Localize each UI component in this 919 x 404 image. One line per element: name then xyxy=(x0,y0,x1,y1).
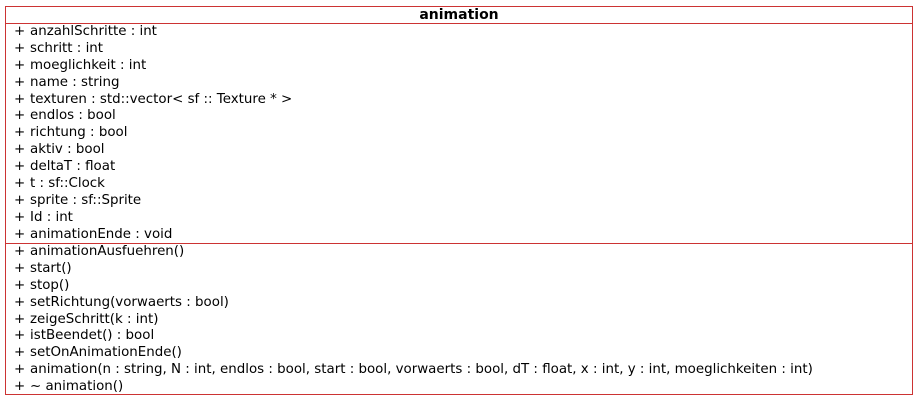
visibility-marker: + xyxy=(14,345,26,361)
attribute-row: + moeglichkeit : int xyxy=(14,58,912,75)
operation-row: + ~ animation() xyxy=(14,379,912,396)
operation-row-text: stop() xyxy=(30,277,70,293)
attribute-row: + aktiv : bool xyxy=(14,142,912,159)
attribute-row: + schritt : int xyxy=(14,41,912,58)
visibility-marker: + xyxy=(14,226,26,242)
uml-class-box: animation + anzahlSchritte : int + schritt … xyxy=(5,6,913,395)
visibility-marker: + xyxy=(14,40,26,56)
attribute-row-text: animationEnde : void xyxy=(30,226,173,242)
class-header: animation xyxy=(6,7,912,24)
attribute-row: + t : sf::Clock xyxy=(14,176,912,193)
operation-row: + animationAusfuehren() xyxy=(14,244,912,261)
operation-row-text: start() xyxy=(30,260,72,276)
visibility-marker: + xyxy=(14,379,26,395)
visibility-marker: + xyxy=(14,192,26,208)
attribute-row-text: anzahlSchritte : int xyxy=(30,24,157,39)
visibility-marker: + xyxy=(14,176,26,192)
operation-row: + animation(n : string, N : int, endlos :… xyxy=(14,362,912,379)
visibility-marker: + xyxy=(14,328,26,344)
visibility-marker: + xyxy=(14,244,26,259)
operation-row-text: animation(n : string, N : int, endlos : … xyxy=(30,362,813,378)
attribute-row-text: texturen : std::vector< sf :: Texture * … xyxy=(30,91,293,107)
attribute-row: + endlos : bool xyxy=(14,108,912,125)
visibility-marker: + xyxy=(14,209,26,225)
visibility-marker: + xyxy=(14,277,26,293)
attribute-row: + animationEnde : void xyxy=(14,227,912,244)
attribute-row: + deltaT : float xyxy=(14,159,912,176)
visibility-marker: + xyxy=(14,125,26,141)
attribute-row: + texturen : std::vector< sf :: Texture *… xyxy=(14,92,912,109)
visibility-marker: + xyxy=(14,362,26,378)
visibility-marker: + xyxy=(14,74,26,90)
visibility-marker: + xyxy=(14,260,26,276)
operation-row-text: istBeendet() : bool xyxy=(30,328,155,344)
operation-row-text: animationAusfuehren() xyxy=(30,244,185,259)
attribute-row-text: t : sf::Clock xyxy=(30,176,105,192)
class-name: animation xyxy=(419,7,499,23)
operation-row-text: zeigeSchritt(k : int) xyxy=(30,311,159,327)
operations-compartment: + animationAusfuehren() + start() + stop() + se… xyxy=(6,244,912,396)
visibility-marker: + xyxy=(14,57,26,73)
attribute-row-text: sprite : sf::Sprite xyxy=(30,192,142,208)
visibility-marker: + xyxy=(14,91,26,107)
attribute-row-text: aktiv : bool xyxy=(30,142,105,158)
visibility-marker: + xyxy=(14,294,26,310)
attribute-row-text: schritt : int xyxy=(30,40,104,56)
operation-row-text: setRichtung(vorwaerts : bool) xyxy=(30,294,229,310)
operation-row: + istBeendet() : bool xyxy=(14,328,912,345)
attributes-compartment: + anzahlSchritte : int + schritt : int + moeg… xyxy=(6,24,912,244)
attribute-row-text: name : string xyxy=(30,74,120,90)
visibility-marker: + xyxy=(14,311,26,327)
operation-row: + setRichtung(vorwaerts : bool) xyxy=(14,295,912,312)
attribute-row-text: Id : int xyxy=(30,209,73,225)
attribute-row: + Id : int xyxy=(14,210,912,227)
visibility-marker: + xyxy=(14,159,26,175)
attribute-row-text: deltaT : float xyxy=(30,159,116,175)
operation-row: + zeigeSchritt(k : int) xyxy=(14,312,912,329)
operation-row: + start() xyxy=(14,261,912,278)
operation-row-text: setOnAnimationEnde() xyxy=(30,345,182,361)
operation-row-text: ~ animation() xyxy=(30,379,124,395)
operation-row: + stop() xyxy=(14,278,912,295)
attribute-row: + name : string xyxy=(14,75,912,92)
attribute-row: + sprite : sf::Sprite xyxy=(14,193,912,210)
visibility-marker: + xyxy=(14,142,26,158)
attribute-row: + anzahlSchritte : int xyxy=(14,24,912,41)
visibility-marker: + xyxy=(14,108,26,124)
attribute-row-text: endlos : bool xyxy=(30,108,116,124)
visibility-marker: + xyxy=(14,24,26,39)
operation-row: + setOnAnimationEnde() xyxy=(14,345,912,362)
attribute-row: + richtung : bool xyxy=(14,125,912,142)
attribute-row-text: richtung : bool xyxy=(30,125,128,141)
attribute-row-text: moeglichkeit : int xyxy=(30,57,147,73)
